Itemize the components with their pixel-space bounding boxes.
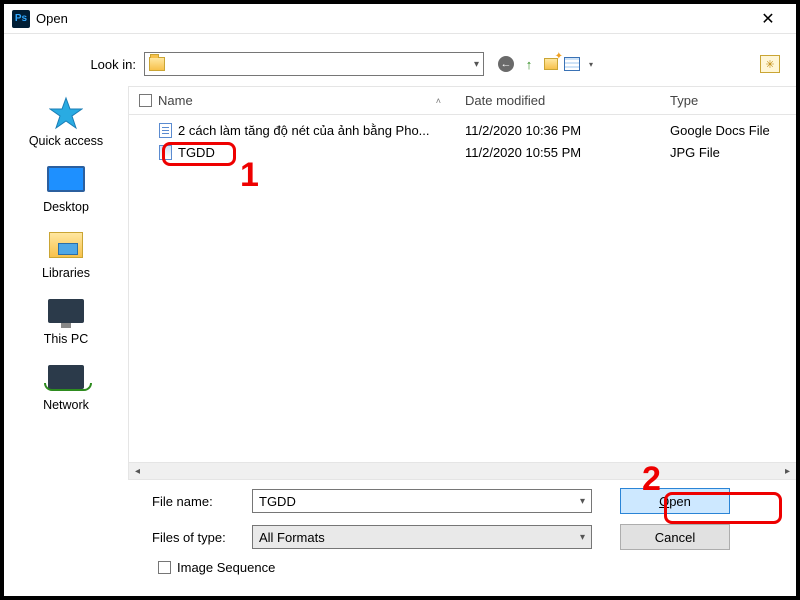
view-menu-drop-icon[interactable]: ▾	[582, 55, 600, 73]
libraries-icon	[49, 232, 83, 258]
close-button[interactable]: ✕	[748, 9, 788, 29]
file-row[interactable]: 2 cách làm tăng độ nét của ảnh bằng Pho.…	[129, 119, 796, 141]
horizontal-scrollbar[interactable]: ◂ ▸	[129, 462, 796, 479]
filename-value: TGDD	[259, 494, 296, 509]
folder-icon	[149, 57, 165, 71]
file-date: 11/2/2020 10:36 PM	[459, 123, 664, 138]
place-network[interactable]: Network	[4, 360, 128, 412]
lookin-label: Look in:	[14, 57, 144, 72]
file-list-pane: Name ˄ Date modified Type 2 cách làm tăn…	[128, 86, 796, 480]
open-rest: pen	[669, 494, 691, 509]
lookin-combo[interactable]: ▾	[144, 52, 484, 76]
view-menu-icon[interactable]	[564, 57, 580, 71]
this-pc-icon	[48, 299, 84, 323]
desktop-icon	[47, 166, 85, 192]
image-file-icon	[159, 145, 172, 160]
filetype-combo[interactable]: All Formats ▾	[252, 525, 592, 549]
file-type: JPG File	[664, 145, 796, 160]
window-title: Open	[36, 11, 748, 26]
nav-icons: ← ↑ ▾	[498, 55, 600, 73]
image-sequence-checkbox[interactable]	[158, 561, 171, 574]
sort-indicator-icon: ˄	[436, 96, 441, 106]
cancel-button[interactable]: Cancel	[620, 524, 730, 550]
annotation-label-1: 1	[240, 156, 259, 195]
place-this-pc[interactable]: This PC	[4, 294, 128, 346]
place-libraries[interactable]: Libraries	[4, 228, 128, 280]
file-type: Google Docs File	[664, 123, 796, 138]
select-all-checkbox[interactable]	[139, 94, 152, 107]
place-label: Quick access	[29, 134, 103, 148]
document-icon	[159, 123, 172, 138]
column-name-label: Name	[158, 93, 193, 108]
filename-input[interactable]: TGDD ▾	[252, 489, 592, 513]
place-label: Network	[43, 398, 89, 412]
filetype-value: All Formats	[259, 530, 325, 545]
image-sequence-label: Image Sequence	[177, 560, 275, 575]
place-label: This PC	[44, 332, 88, 346]
back-icon[interactable]: ←	[498, 56, 514, 72]
chevron-down-icon[interactable]: ▾	[580, 532, 585, 543]
column-name[interactable]: Name ˄	[129, 93, 459, 108]
extra-toolbar-icon[interactable]: ✳	[760, 55, 780, 73]
scroll-right-icon[interactable]: ▸	[779, 463, 796, 480]
photoshop-icon: Ps	[12, 10, 30, 28]
place-label: Libraries	[42, 266, 90, 280]
new-folder-icon[interactable]	[544, 58, 558, 70]
network-icon	[48, 365, 84, 389]
chevron-down-icon: ▾	[474, 59, 479, 70]
file-date: 11/2/2020 10:55 PM	[459, 145, 664, 160]
file-name: TGDD	[178, 145, 215, 160]
place-desktop[interactable]: Desktop	[4, 162, 128, 214]
file-list: 2 cách làm tăng độ nét của ảnh bằng Pho.…	[129, 115, 796, 462]
filename-label: File name:	[152, 494, 252, 509]
place-quick-access[interactable]: Quick access	[4, 96, 128, 148]
chevron-down-icon[interactable]: ▾	[580, 496, 585, 507]
column-headers: Name ˄ Date modified Type	[129, 87, 796, 115]
open-button[interactable]: Open	[620, 488, 730, 514]
scroll-left-icon[interactable]: ◂	[129, 463, 146, 480]
annotation-label-2: 2	[642, 460, 661, 499]
place-label: Desktop	[43, 200, 89, 214]
column-type[interactable]: Type	[664, 93, 796, 108]
places-bar: Quick access Desktop Libraries This PC N…	[4, 86, 128, 480]
filetype-label: Files of type:	[152, 530, 252, 545]
file-name: 2 cách làm tăng độ nét của ảnh bằng Pho.…	[178, 123, 430, 138]
up-one-level-icon[interactable]: ↑	[520, 55, 538, 73]
quick-access-icon	[49, 96, 83, 130]
titlebar: Ps Open ✕	[4, 4, 796, 34]
column-date[interactable]: Date modified	[459, 93, 664, 108]
file-row[interactable]: TGDD 11/2/2020 10:55 PM JPG File	[129, 141, 796, 163]
open-dialog: Ps Open ✕ Look in: ▾ ← ↑ ▾ ✳ Quick acces…	[4, 4, 796, 596]
